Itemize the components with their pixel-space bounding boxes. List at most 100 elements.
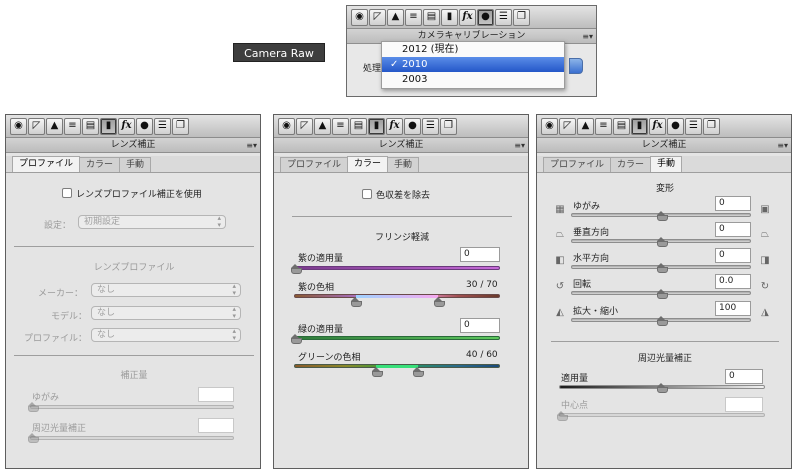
slider-thumb[interactable] bbox=[28, 433, 39, 443]
fx-icon[interactable]: fx bbox=[118, 117, 135, 135]
process-select-arrows[interactable] bbox=[569, 58, 583, 74]
midpoint-slider[interactable] bbox=[559, 413, 765, 417]
vertical-field[interactable]: 0 bbox=[715, 222, 751, 237]
tab-profile[interactable]: プロファイル bbox=[280, 157, 349, 172]
tab-profile[interactable]: プロファイル bbox=[12, 156, 81, 172]
detail-icon[interactable]: ▲ bbox=[387, 8, 404, 26]
purple-amount-slider[interactable] bbox=[294, 266, 500, 270]
lens-icon[interactable]: ▮ bbox=[631, 117, 648, 135]
tab-manual[interactable]: 手動 bbox=[387, 157, 420, 172]
slider-thumb-high[interactable] bbox=[413, 367, 425, 377]
camera-icon[interactable]: ● bbox=[477, 8, 494, 26]
snapshots-icon[interactable]: ❐ bbox=[440, 117, 457, 135]
lens-icon[interactable]: ▮ bbox=[368, 117, 385, 135]
dropdown-option-2012[interactable]: 2012 (現在) bbox=[382, 42, 564, 57]
fx-icon[interactable]: fx bbox=[386, 117, 403, 135]
snapshots-icon[interactable]: ❐ bbox=[703, 117, 720, 135]
vignetting-amount-field[interactable]: 0 bbox=[725, 369, 763, 384]
fx-icon[interactable]: fx bbox=[649, 117, 666, 135]
fx-icon[interactable]: fx bbox=[459, 8, 476, 26]
rotate-field[interactable]: 0.0 bbox=[715, 274, 751, 289]
slider-thumb[interactable] bbox=[657, 237, 668, 247]
model-select[interactable]: なし ▴ ▾ bbox=[91, 306, 241, 320]
lens-icon[interactable]: ▮ bbox=[100, 117, 117, 135]
purple-amount-field[interactable]: 0 bbox=[460, 247, 500, 262]
green-amount-field[interactable]: 0 bbox=[460, 318, 500, 333]
dropdown-option-2003[interactable]: 2003 bbox=[382, 72, 564, 87]
maker-select[interactable]: なし ▴ ▾ bbox=[91, 283, 241, 297]
presets-icon[interactable]: ☰ bbox=[154, 117, 171, 135]
camera-icon[interactable]: ● bbox=[404, 117, 421, 135]
remove-ca-checkbox[interactable]: 色収差を除去 bbox=[362, 188, 430, 201]
slider-thumb-high[interactable] bbox=[433, 297, 445, 307]
tab-color[interactable]: カラー bbox=[610, 157, 652, 172]
aperture-icon[interactable]: ◉ bbox=[351, 8, 368, 26]
tab-profile[interactable]: プロファイル bbox=[543, 157, 612, 172]
horizontal-field[interactable]: 0 bbox=[715, 248, 751, 263]
checkbox-box[interactable] bbox=[62, 188, 72, 198]
split-toning-icon[interactable]: ▤ bbox=[350, 117, 367, 135]
aperture-icon[interactable]: ◉ bbox=[541, 117, 558, 135]
lens-icon[interactable]: ▮ bbox=[441, 8, 458, 26]
presets-icon[interactable]: ☰ bbox=[685, 117, 702, 135]
slider-thumb[interactable] bbox=[657, 263, 668, 273]
slider-thumb[interactable] bbox=[657, 383, 668, 393]
snapshots-icon[interactable]: ❐ bbox=[172, 117, 189, 135]
hsl-icon[interactable]: ≡ bbox=[595, 117, 612, 135]
hsl-icon[interactable]: ≡ bbox=[64, 117, 81, 135]
slider-thumb[interactable] bbox=[28, 402, 39, 412]
panel-menu-icon[interactable]: ≡▾ bbox=[514, 138, 525, 153]
slider-thumb[interactable] bbox=[657, 289, 668, 299]
slider-thumb[interactable] bbox=[291, 334, 302, 344]
enable-profile-checkbox[interactable]: レンズプロファイル補正を使用 bbox=[62, 187, 202, 200]
panel-menu-icon[interactable]: ≡▾ bbox=[777, 138, 788, 153]
vignetting-amount-field[interactable] bbox=[198, 418, 234, 433]
split-toning-icon[interactable]: ▤ bbox=[613, 117, 630, 135]
tone-curve-icon[interactable]: ◸ bbox=[28, 117, 45, 135]
vertical-label: 垂直方向 bbox=[573, 228, 610, 238]
aperture-icon[interactable]: ◉ bbox=[10, 117, 27, 135]
green-amount-slider[interactable] bbox=[294, 336, 500, 340]
detail-icon[interactable]: ▲ bbox=[314, 117, 331, 135]
slider-thumb[interactable] bbox=[557, 411, 568, 421]
slider-thumb[interactable] bbox=[657, 211, 668, 221]
slider-thumb-low[interactable] bbox=[351, 297, 363, 307]
detail-icon[interactable]: ▲ bbox=[577, 117, 594, 135]
split-toning-icon[interactable]: ▤ bbox=[82, 117, 99, 135]
dropdown-option-2010[interactable]: ✓ 2010 bbox=[382, 57, 564, 72]
tab-manual[interactable]: 手動 bbox=[119, 157, 152, 172]
snapshots-icon[interactable]: ❐ bbox=[513, 8, 530, 26]
panel-menu-icon[interactable]: ≡▾ bbox=[246, 138, 257, 153]
hsl-icon[interactable]: ≡ bbox=[332, 117, 349, 135]
camera-icon[interactable]: ● bbox=[136, 117, 153, 135]
process-version-dropdown[interactable]: 2012 (現在) ✓ 2010 2003 bbox=[381, 41, 565, 89]
slider-thumb[interactable] bbox=[657, 316, 668, 326]
presets-icon[interactable]: ☰ bbox=[495, 8, 512, 26]
vignetting-amount-slider[interactable] bbox=[30, 436, 234, 440]
distortion-field[interactable]: 0 bbox=[715, 196, 751, 211]
tone-curve-icon[interactable]: ◸ bbox=[559, 117, 576, 135]
detail-icon[interactable]: ▲ bbox=[46, 117, 63, 135]
aperture-icon[interactable]: ◉ bbox=[278, 117, 295, 135]
split-toning-icon[interactable]: ▤ bbox=[423, 8, 440, 26]
hsl-icon[interactable]: ≡ bbox=[405, 8, 422, 26]
tab-color[interactable]: カラー bbox=[347, 156, 389, 172]
slider-thumb-low[interactable] bbox=[371, 367, 383, 377]
tone-curve-icon[interactable]: ◸ bbox=[369, 8, 386, 26]
distortion-amount-slider[interactable] bbox=[30, 405, 234, 409]
calibration-title: カメラキャリブレーション bbox=[417, 31, 526, 41]
checkbox-box[interactable] bbox=[362, 189, 372, 199]
tone-curve-icon[interactable]: ◸ bbox=[296, 117, 313, 135]
tab-manual[interactable]: 手動 bbox=[650, 156, 683, 172]
midpoint-field[interactable] bbox=[725, 397, 763, 412]
camera-icon[interactable]: ● bbox=[667, 117, 684, 135]
scale-field[interactable]: 100 bbox=[715, 301, 751, 316]
panel-menu-icon[interactable]: ≡▾ bbox=[582, 29, 593, 44]
profile-select[interactable]: なし ▴ ▾ bbox=[91, 328, 241, 342]
option-label: 2003 bbox=[402, 74, 428, 85]
slider-thumb[interactable] bbox=[291, 264, 302, 274]
tab-color[interactable]: カラー bbox=[79, 157, 121, 172]
distortion-amount-field[interactable] bbox=[198, 387, 234, 402]
presets-icon[interactable]: ☰ bbox=[422, 117, 439, 135]
setup-select[interactable]: 初期設定 ▴ ▾ bbox=[78, 215, 226, 229]
